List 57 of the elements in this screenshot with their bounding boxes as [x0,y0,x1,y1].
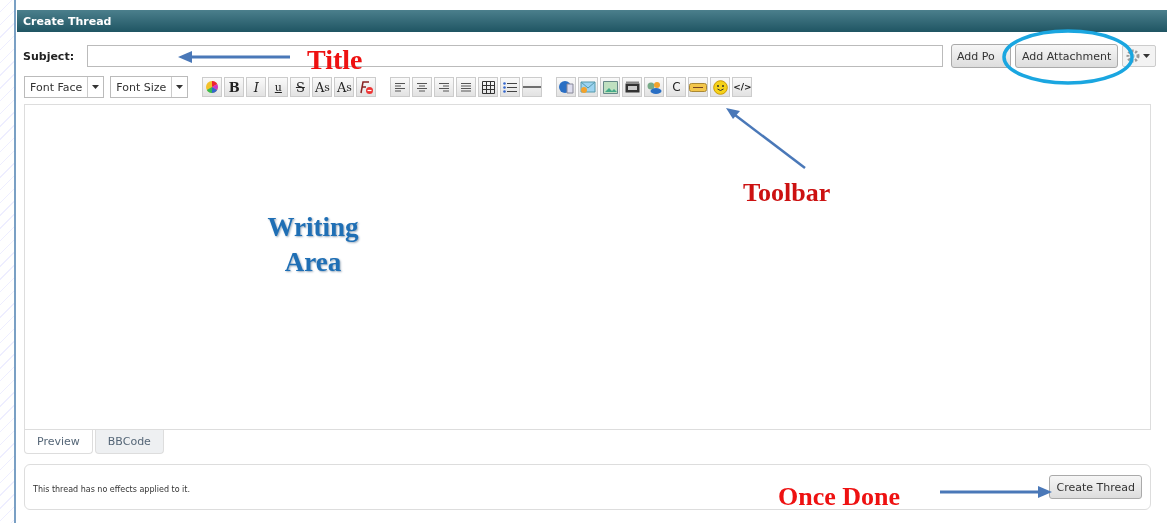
format-button[interactable]: S [290,77,311,97]
horizontal-line-icon [523,85,542,89]
envelope-icon [580,80,597,94]
text-color-button[interactable] [202,77,223,97]
smiley-icon [712,79,728,95]
video-button[interactable] [622,77,643,97]
subject-label: Subject: [23,49,76,63]
format-button[interactable]: B [224,77,245,97]
align-icon [416,81,429,93]
settings-icon [1126,49,1141,63]
align-icon [460,81,473,93]
editor-tab[interactable]: BBCode [94,430,164,454]
caret-icon [92,85,100,89]
smiley-button[interactable] [710,77,731,97]
editor-tab[interactable]: Preview [24,430,93,454]
horizontal-rule-button[interactable] [522,77,543,97]
users-icon [646,80,663,94]
add-attachment-button[interactable]: Add Attachment [1015,44,1119,68]
annotation-label: Once Done [778,481,901,513]
align-button[interactable] [456,77,477,97]
table-button[interactable] [478,77,499,97]
font-size-dropdown[interactable]: Font Size [110,76,189,98]
remove-format-icon [358,79,375,95]
align-icon [438,81,451,93]
annotation-label: Writing Area [266,211,360,280]
align-button[interactable] [412,77,433,97]
align-icon [394,81,407,93]
align-button[interactable] [434,77,455,97]
add-poll-button[interactable]: Add Po [951,44,1011,68]
quote-icon [689,82,708,92]
users-button[interactable] [644,77,665,97]
font-face-dropdown[interactable]: Font Face [24,76,105,98]
format-button[interactable]: I [246,77,267,97]
caret-icon [1143,54,1151,58]
caret-icon [176,85,184,89]
quote-button[interactable] [688,77,709,97]
html-button[interactable]: </> [732,77,753,97]
table-icon [481,80,495,94]
create-thread-button[interactable]: Create Thread [1049,475,1142,499]
annotation-label: Title [307,43,363,77]
window-title: Create Thread [23,14,112,28]
format-button[interactable]: u [268,77,289,97]
film-icon [624,81,640,93]
color-wheel-icon [205,80,220,94]
align-button[interactable] [390,77,411,97]
email-button[interactable] [578,77,599,97]
code-button[interactable]: C [666,77,687,97]
bullet-list-icon [503,81,518,93]
image-icon [602,80,618,94]
effects-note: This thread has no effects applied to it. [33,483,190,494]
remove-format-button[interactable] [356,77,377,97]
annotation-label: Toolbar [743,177,831,209]
list-button[interactable] [500,77,521,97]
globe-icon [558,80,575,94]
subject-field[interactable] [87,45,943,67]
link-button[interactable] [556,77,577,97]
image-button[interactable] [600,77,621,97]
